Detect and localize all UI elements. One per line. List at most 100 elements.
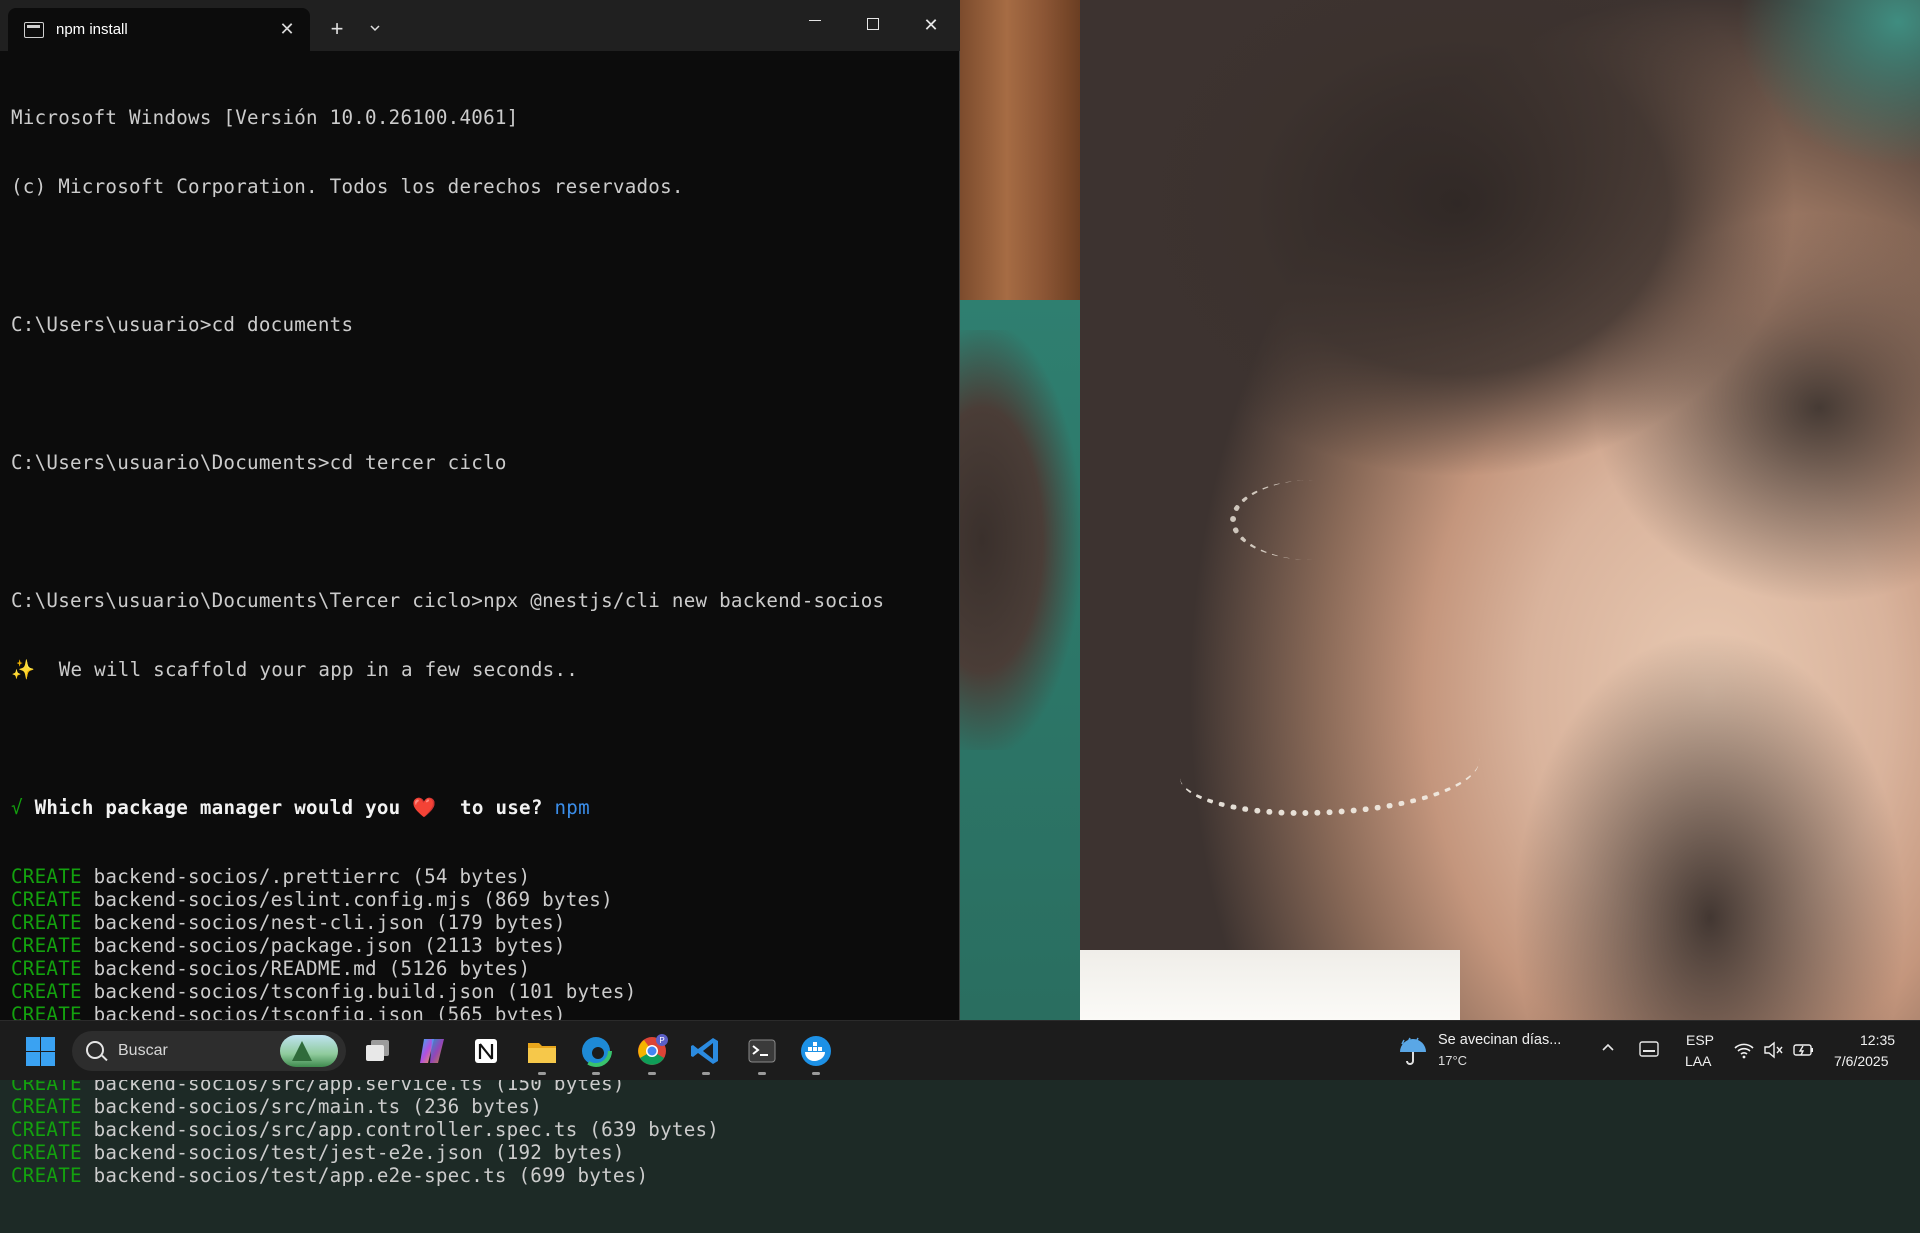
close-tab-icon[interactable]: ✕: [276, 18, 298, 40]
question-text-b: to use?: [436, 796, 555, 819]
vscode-icon[interactable]: [686, 1031, 726, 1075]
running-indicator: [812, 1072, 820, 1075]
package-manager-answer: npm: [554, 796, 590, 819]
minimize-icon: [809, 19, 821, 21]
create-label: CREATE: [11, 1118, 82, 1141]
create-label: CREATE: [11, 888, 82, 911]
wifi-icon[interactable]: [1733, 1039, 1755, 1061]
create-log-line: CREATE backend-socios/test/app.e2e-spec.…: [11, 1164, 951, 1187]
console-command: C:\Users\usuario\Documents\Tercer ciclo>…: [11, 589, 885, 612]
create-label: CREATE: [11, 980, 82, 1003]
running-indicator: [758, 1072, 766, 1075]
maximize-icon: [867, 18, 879, 31]
maximize-button[interactable]: [844, 0, 902, 51]
windows-logo-tile: [26, 1037, 40, 1051]
question-text-a: Which package manager would you: [22, 796, 413, 819]
touch-keyboard-icon[interactable]: [1638, 1038, 1660, 1060]
created-file-path: backend-socios/eslint.config.mjs (869 by…: [81, 888, 613, 911]
terminal-window[interactable]: npm install ✕ + ✕ Microsoft Windows [Ver…: [0, 0, 960, 1187]
windows-logo-tile: [41, 1052, 55, 1066]
running-indicator: [648, 1072, 656, 1075]
chrome-icon[interactable]: P: [632, 1031, 672, 1075]
keyboard-layout[interactable]: LAA: [1685, 1053, 1711, 1069]
copilot-icon[interactable]: [412, 1031, 452, 1071]
battery-charging-icon[interactable]: [1792, 1039, 1816, 1061]
edge-icon[interactable]: [576, 1031, 616, 1075]
created-file-path: backend-socios/README.md (5126 bytes): [81, 957, 531, 980]
created-file-path: backend-socios/src/main.ts (236 bytes): [81, 1095, 543, 1118]
taskbar: Buscar P Se avecinan días... 17°C ESP LA…: [0, 1020, 1920, 1080]
terminal-tab-icon: [24, 22, 44, 38]
create-label: CREATE: [11, 1141, 82, 1164]
sparkles-icon: ✨: [11, 658, 36, 681]
create-log-line: CREATE backend-socios/README.md (5126 by…: [11, 957, 951, 980]
created-file-path: backend-socios/.prettierrc (54 bytes): [81, 865, 531, 888]
start-button[interactable]: [20, 1031, 60, 1071]
clock-time[interactable]: 12:35: [1860, 1032, 1895, 1048]
created-file-path: backend-socios/test/jest-e2e.json (192 b…: [81, 1141, 625, 1164]
check-icon: √: [11, 796, 23, 819]
file-explorer-icon[interactable]: [522, 1031, 562, 1075]
task-view-icon[interactable]: [358, 1031, 398, 1071]
weather-summary[interactable]: Se avecinan días...: [1438, 1032, 1561, 1048]
weather-rain-icon[interactable]: [1396, 1034, 1430, 1068]
close-window-button[interactable]: ✕: [902, 0, 960, 51]
running-indicator: [702, 1072, 710, 1075]
create-label: CREATE: [11, 865, 82, 888]
heart-icon: ❤️: [412, 796, 437, 819]
scaffold-text: We will scaffold your app in a few secon…: [35, 658, 579, 681]
running-indicator: [592, 1072, 600, 1075]
console-question-line: √ Which package manager would you ❤️ to …: [11, 796, 951, 819]
created-file-path: backend-socios/src/app.controller.spec.t…: [81, 1118, 720, 1141]
create-log-line: CREATE backend-socios/src/main.ts (236 b…: [11, 1095, 951, 1118]
volume-muted-icon[interactable]: [1762, 1039, 1784, 1061]
show-hidden-icons-chevron-icon[interactable]: [1600, 1039, 1616, 1060]
clock-date[interactable]: 7/6/2025: [1834, 1053, 1889, 1069]
create-log-line: CREATE backend-socios/test/jest-e2e.json…: [11, 1141, 951, 1164]
search-input[interactable]: Buscar: [72, 1031, 346, 1071]
windows-logo-tile: [41, 1037, 55, 1051]
create-label: CREATE: [11, 1164, 82, 1187]
weather-temperature[interactable]: 17°C: [1438, 1053, 1467, 1068]
created-file-path: backend-socios/test/app.e2e-spec.ts (699…: [81, 1164, 649, 1187]
create-log-line: CREATE backend-socios/.prettierrc (54 by…: [11, 865, 951, 888]
search-placeholder: Buscar: [118, 1042, 168, 1059]
created-file-path: backend-socios/package.json (2113 bytes): [81, 934, 566, 957]
running-indicator: [538, 1072, 546, 1075]
created-file-path: backend-socios/nest-cli.json (179 bytes): [81, 911, 566, 934]
windows-logo-tile: [26, 1052, 40, 1066]
input-language[interactable]: ESP: [1686, 1032, 1714, 1048]
wallpaper-background-right: [1700, 0, 1920, 220]
tab-title: npm install: [56, 21, 128, 38]
created-file-path: backend-socios/tsconfig.build.json (101 …: [81, 980, 637, 1003]
tab-npm-install[interactable]: npm install ✕: [8, 8, 310, 51]
notion-icon[interactable]: [466, 1031, 506, 1071]
search-icon: [86, 1041, 104, 1059]
create-log-line: CREATE backend-socios/tsconfig.build.jso…: [11, 980, 951, 1003]
console-command: C:\Users\usuario\Documents>cd tercer cic…: [11, 451, 507, 474]
search-highlight-icon: [280, 1035, 338, 1067]
wallpaper-necklace-upper: [1230, 480, 1396, 560]
console-line: Microsoft Windows [Versión 10.0.26100.40…: [11, 106, 519, 129]
create-log-line: CREATE backend-socios/package.json (2113…: [11, 934, 951, 957]
new-tab-button[interactable]: +: [324, 17, 350, 43]
create-label: CREATE: [11, 934, 82, 957]
terminal-icon[interactable]: [742, 1031, 782, 1075]
wallpaper-shirt: [1080, 950, 1460, 1020]
create-log-line: CREATE backend-socios/src/app.controller…: [11, 1118, 951, 1141]
console-line: (c) Microsoft Corporation. Todos los der…: [11, 175, 684, 198]
console-scaffold-line: ✨ We will scaffold your app in a few sec…: [11, 658, 951, 681]
create-label: CREATE: [11, 1095, 82, 1118]
tab-dropdown-icon[interactable]: [364, 19, 386, 41]
create-label: CREATE: [11, 957, 82, 980]
docker-icon[interactable]: [796, 1031, 836, 1075]
wallpaper-hair-left: [958, 330, 1080, 750]
create-log-line: CREATE backend-socios/nest-cli.json (179…: [11, 911, 951, 934]
title-bar[interactable]: npm install ✕ + ✕: [0, 0, 960, 51]
minimize-button[interactable]: [786, 0, 844, 51]
svg-text:P: P: [659, 1036, 664, 1045]
